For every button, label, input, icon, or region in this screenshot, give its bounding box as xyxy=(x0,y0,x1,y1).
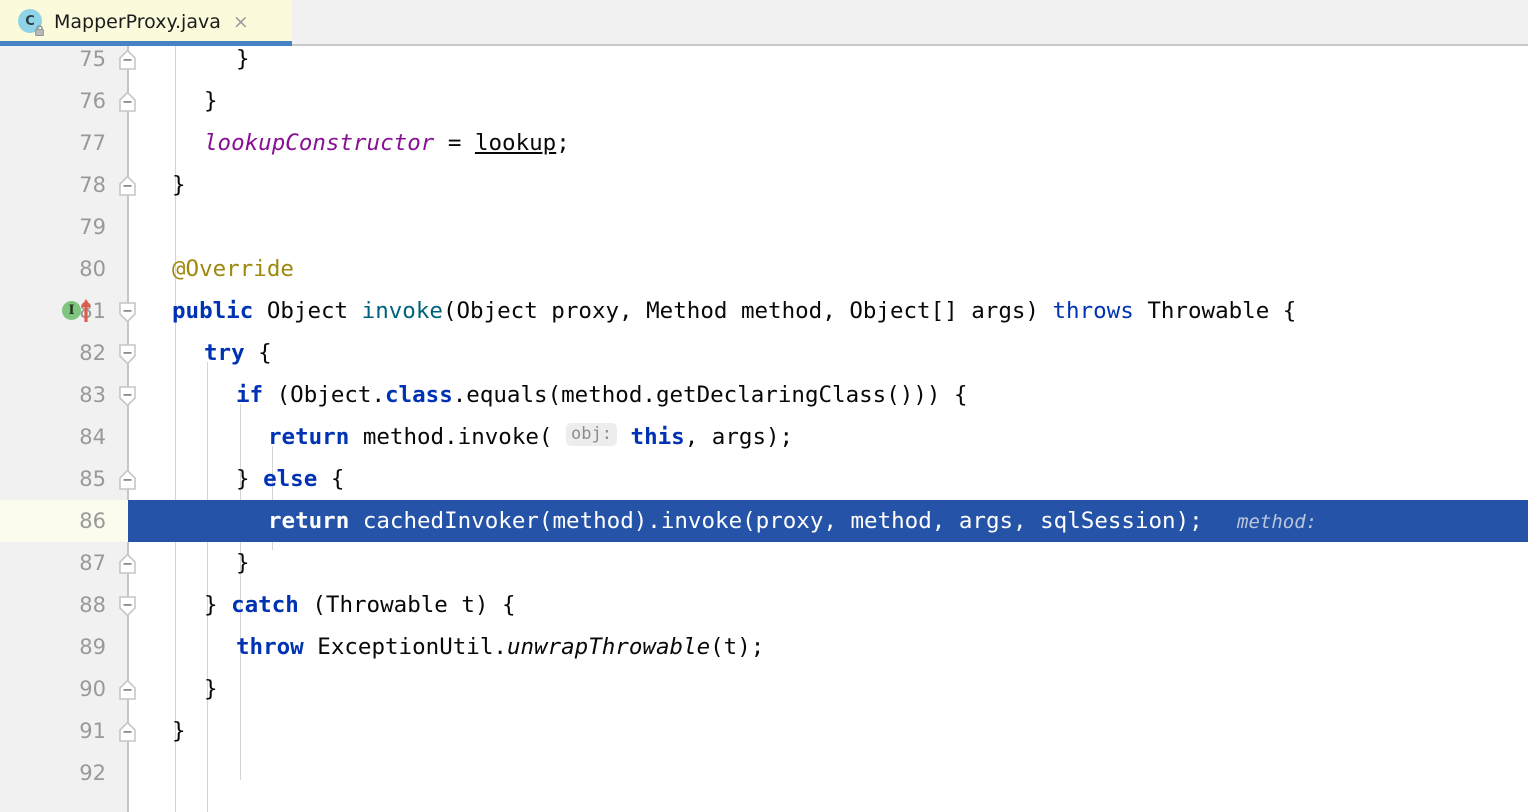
token-keyword: return xyxy=(268,508,350,534)
editor-row-86[interactable]: 86 return cachedInvoker(method).invoke(p… xyxy=(0,500,1528,542)
code-line: } else { xyxy=(236,466,345,492)
editor-row-89[interactable]: 89 throw ExceptionUtil.unwrapThrowable(t… xyxy=(0,626,1528,668)
fold-marker-start-88[interactable] xyxy=(118,595,137,617)
fold-marker-end-90[interactable] xyxy=(118,679,137,701)
editor-row-88[interactable]: 88 } catch (Throwable t) { xyxy=(0,584,1528,626)
line-number[interactable]: 91 xyxy=(0,710,106,752)
line-number[interactable]: 86 xyxy=(0,500,106,542)
code-line: return cachedInvoker(method).invoke(prox… xyxy=(268,508,1318,534)
token-keyword: else xyxy=(263,466,318,492)
fold-marker-start-81[interactable] xyxy=(118,301,137,323)
fold-marker-end-75[interactable] xyxy=(118,49,137,71)
line-number[interactable]: 87 xyxy=(0,542,106,584)
token-keyword: try xyxy=(204,340,245,366)
token-static-method: unwrapThrowable xyxy=(506,634,711,660)
code-line: try { xyxy=(204,340,272,366)
line-number[interactable]: 78 xyxy=(0,164,106,206)
token-keyword: return xyxy=(268,424,350,450)
editor-row-83[interactable]: 83 if (Object.class.equals(method.getDec… xyxy=(0,374,1528,416)
editor-row-81[interactable]: 81 public Object invoke(Object proxy, Me… xyxy=(0,290,1528,332)
fold-marker-end-85[interactable] xyxy=(118,469,137,491)
token-local-var: lookup xyxy=(474,130,557,156)
editor-row-92[interactable]: 92 xyxy=(0,752,1528,794)
line-number[interactable]: 92 xyxy=(0,752,106,794)
editor-row-90[interactable]: 90 } xyxy=(0,668,1528,710)
line-number[interactable]: 75 xyxy=(0,46,106,80)
code-line: @Override xyxy=(172,248,294,290)
line-number[interactable]: 79 xyxy=(0,206,106,248)
line-number[interactable]: 83 xyxy=(0,374,106,416)
token-keyword: class xyxy=(385,382,453,408)
token-field: lookupConstructor xyxy=(204,130,435,156)
editor-row-77[interactable]: 77 lookupConstructor = lookup; xyxy=(0,122,1528,164)
token-keyword: catch xyxy=(231,592,299,618)
code-line: } catch (Throwable t) { xyxy=(204,592,516,618)
token-keyword: throws xyxy=(1052,298,1134,324)
line-number[interactable]: 85 xyxy=(0,458,106,500)
fold-marker-end-78[interactable] xyxy=(118,175,137,197)
editor-row-78[interactable]: 78 } xyxy=(0,164,1528,206)
lock-icon xyxy=(35,25,44,36)
editor-row-82[interactable]: 82 try { xyxy=(0,332,1528,374)
line-number[interactable]: 77 xyxy=(0,122,106,164)
editor-row-80[interactable]: 80 @Override xyxy=(0,248,1528,290)
editor-row-84[interactable]: 84 return method.invoke( obj: this, args… xyxy=(0,416,1528,458)
code-line: } xyxy=(172,172,186,198)
editor-row-87[interactable]: 87 } xyxy=(0,542,1528,584)
code-editor[interactable]: } 75 } 76 } 77 lookupConstructor = looku… xyxy=(0,46,1528,812)
code-line: } xyxy=(236,550,250,576)
fold-marker-end-76[interactable] xyxy=(118,91,137,113)
editor-row-85[interactable]: 85 } else { xyxy=(0,458,1528,500)
inline-param-hint-obj[interactable]: obj: xyxy=(566,423,617,446)
token-keyword: if xyxy=(236,382,264,408)
tab-title: MapperProxy.java xyxy=(54,11,221,33)
editor-row-79[interactable]: 79 xyxy=(0,206,1528,248)
token-method-decl: invoke xyxy=(361,298,443,324)
line-number[interactable]: 82 xyxy=(0,332,106,374)
java-class-icon: C xyxy=(18,9,44,36)
code-line: } xyxy=(172,718,186,744)
code-line: throw ExceptionUtil.unwrapThrowable(t); xyxy=(236,634,765,660)
line-number[interactable]: 76 xyxy=(0,80,106,122)
code-line: return method.invoke( obj: this, args); xyxy=(268,423,794,450)
fold-marker-start-82[interactable] xyxy=(118,343,137,365)
fold-marker-start-83[interactable] xyxy=(118,385,137,407)
line-number[interactable]: 80 xyxy=(0,248,106,290)
editor-row-76[interactable]: 76 } xyxy=(0,80,1528,122)
code-line: } xyxy=(236,46,250,72)
code-line: public Object invoke(Object proxy, Metho… xyxy=(172,298,1297,324)
code-line: } xyxy=(204,88,218,114)
close-icon[interactable]: × xyxy=(233,12,249,32)
editor-row-75[interactable]: 75 } xyxy=(0,46,1528,80)
line-number[interactable]: 88 xyxy=(0,584,106,626)
editor-row-91[interactable]: 91 } xyxy=(0,710,1528,752)
fold-marker-end-91[interactable] xyxy=(118,721,137,743)
line-number[interactable]: 89 xyxy=(0,626,106,668)
fold-marker-end-87[interactable] xyxy=(118,553,137,575)
line-number[interactable]: 90 xyxy=(0,668,106,710)
token-keyword: public xyxy=(172,298,254,324)
override-arrow-icon[interactable] xyxy=(78,296,94,324)
token-keyword: this xyxy=(630,424,685,450)
line-number[interactable]: 84 xyxy=(0,416,106,458)
inline-param-hint-method[interactable]: method: xyxy=(1203,511,1317,533)
code-line: } xyxy=(204,676,218,702)
code-line: if (Object.class.equals(method.getDeclar… xyxy=(236,382,968,408)
token-annotation: @Override xyxy=(172,256,294,282)
editor-tab-mapperproxy[interactable]: C MapperProxy.java × xyxy=(0,0,292,46)
token-keyword: throw xyxy=(236,634,304,660)
editor-tab-bar: C MapperProxy.java × xyxy=(0,0,1528,46)
code-line: lookupConstructor = lookup; xyxy=(204,130,570,156)
